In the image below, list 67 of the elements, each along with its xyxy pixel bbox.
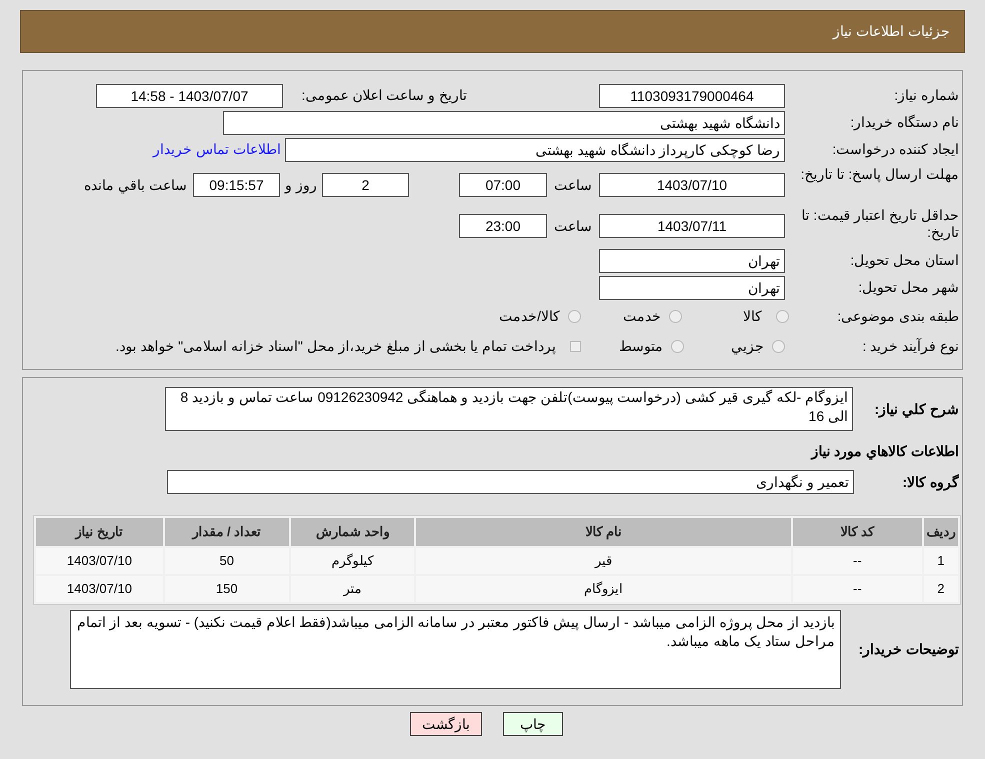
- field-label: ساعت باقي مانده: [84, 176, 187, 196]
- radio-button[interactable]: [776, 310, 789, 322]
- input-field[interactable]: 07:00: [459, 173, 547, 197]
- input-field[interactable]: 2: [322, 173, 409, 197]
- column-header: تعداد / مقدار: [164, 518, 289, 546]
- field-label: شهر محل تحویل:: [857, 278, 959, 298]
- contact-link[interactable]: اطلاعات تماس خریدار: [153, 139, 281, 160]
- field-label: توضیحات خریدار:: [857, 640, 959, 660]
- field-label: گروه کالا:: [901, 472, 959, 492]
- column-header: کد کالا: [792, 518, 922, 546]
- input-field[interactable]: رضا کوچکی کارپرداز دانشگاه شهید بهشتی: [285, 138, 785, 162]
- table-cell: کیلوگرم: [290, 548, 414, 574]
- radio-button[interactable]: [669, 310, 682, 322]
- input-field[interactable]: 1403/07/07 - 14:58: [96, 84, 283, 108]
- field-label: تاریخ و ساعت اعلان عمومی:: [300, 86, 467, 106]
- field-label: مهلت ارسال پاسخ: تا تاریخ:: [800, 166, 959, 183]
- input-field[interactable]: 1403/07/11: [599, 214, 785, 238]
- column-header: تاریخ نیاز: [36, 518, 163, 546]
- section-title: اطلاعات کالاهاي مورد نیاز: [810, 442, 959, 462]
- table-cell: 150: [164, 576, 289, 602]
- table-cell: 50: [164, 548, 289, 574]
- radio-button[interactable]: [772, 340, 785, 352]
- table-cell: 1: [924, 548, 958, 574]
- description-box[interactable]: ایزوگام -لکه گیری قیر کشی (درخواست پیوست)تلفن جهت بازدید و هماهنگی 09126230942 ساعت تماس و بازدید 8 الی 16: [165, 387, 853, 431]
- field-label: جزيي: [730, 336, 764, 356]
- field-label: کالا: [742, 306, 762, 326]
- table-cell: --: [792, 548, 922, 574]
- input-field[interactable]: 23:00: [459, 214, 547, 238]
- field-label: شرح کلي نیاز:: [874, 400, 959, 420]
- field-label: حداقل تاریخ اعتبار قیمت: تا تاریخ:: [800, 207, 959, 241]
- input-field[interactable]: 1103093179000464: [599, 84, 785, 108]
- notes-box[interactable]: بازدید از محل پروژه الزامی میباشد - ارسال پیش فاکتور معتبر در سامانه الزامی میباشد(فقط اعلام قیمت نکنید) - تسویه بعد از اتمام مراحل ستاد یک ماهه میباشد.: [70, 610, 841, 689]
- field-label: روز و: [283, 176, 318, 196]
- column-header: نام کالا: [416, 518, 791, 546]
- field-label: نام دستگاه خریدار:: [849, 113, 959, 132]
- table-cell: 1403/07/10: [36, 576, 163, 602]
- table-cell: 2: [924, 576, 958, 602]
- field-label: ساعت: [553, 216, 593, 236]
- field-label: کالا/خدمت: [498, 306, 560, 326]
- field-label: نوع فرآیند خرید :: [861, 336, 959, 356]
- field-label: شماره نیاز:: [893, 86, 959, 106]
- input-field[interactable]: 09:15:57: [193, 173, 280, 197]
- field-label: متوسط: [618, 336, 663, 356]
- checkbox[interactable]: [570, 340, 581, 352]
- field-label: خدمت: [622, 306, 661, 326]
- radio-button[interactable]: [568, 310, 581, 322]
- table-cell: متر: [290, 576, 414, 602]
- radio-button[interactable]: [671, 340, 684, 352]
- table-cell: --: [792, 576, 922, 602]
- field-label: استان محل تحویل:: [849, 251, 959, 270]
- input-field[interactable]: تهران: [599, 276, 785, 300]
- input-field[interactable]: 1403/07/10: [599, 173, 785, 197]
- table-cell: 1403/07/10: [36, 548, 163, 574]
- input-field[interactable]: تعمیر و نگهداری: [167, 470, 854, 494]
- input-field[interactable]: تهران: [599, 248, 785, 272]
- column-header: ردیف: [924, 518, 958, 546]
- column-header: واحد شمارش: [290, 518, 414, 546]
- page-title: جزئیات اطلاعات نیاز: [833, 22, 950, 42]
- table-cell: ایزوگام: [416, 576, 791, 602]
- input-field[interactable]: دانشگاه شهید بهشتی: [223, 110, 785, 134]
- field-label: پرداخت تمام یا بخشی از مبلغ خرید،از محل "اسناد خزانه اسلامی" خواهد بود.: [115, 336, 556, 356]
- table-cell: قیر: [416, 548, 791, 574]
- field-label: طبقه بندی موضوعی:: [836, 306, 960, 326]
- field-label: ساعت: [553, 176, 593, 194]
- back-button[interactable]: بازگشت: [410, 712, 482, 736]
- field-label: ایجاد کننده درخواست:: [831, 140, 959, 160]
- print-button[interactable]: چاپ: [503, 712, 563, 736]
